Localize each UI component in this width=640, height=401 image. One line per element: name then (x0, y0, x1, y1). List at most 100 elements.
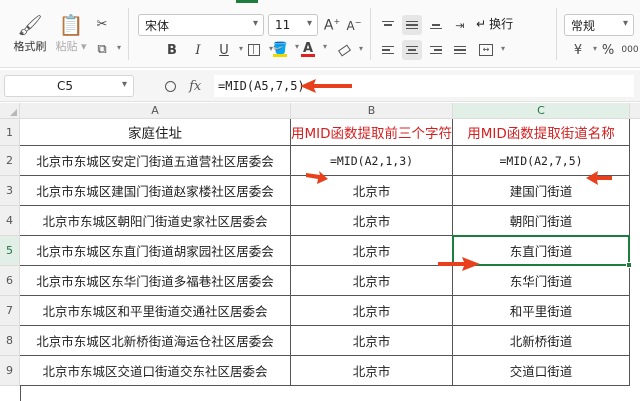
select-all-corner[interactable] (0, 103, 20, 119)
grow-font-button[interactable]: A+ (322, 15, 342, 35)
cell-a4[interactable]: 北京市东城区朝阳门街道史家社区居委会 (20, 206, 291, 236)
number-format-select[interactable]: 常规 ▾ (564, 14, 634, 36)
cell-c8[interactable]: 北新桥街道 (453, 326, 630, 356)
row-header-9[interactable]: 9 (0, 356, 20, 386)
column-header-b[interactable]: B (291, 103, 453, 119)
cell-c5[interactable]: 东直门街道 (453, 236, 630, 266)
cell-b6[interactable]: 北京市 (291, 266, 453, 296)
zoom-icon[interactable] (164, 80, 176, 92)
cell-text: 北京市东城区和平里街道交通社区居委会 (42, 304, 268, 319)
row-header-4[interactable]: 4 (0, 206, 20, 236)
bold-button[interactable]: B (162, 40, 182, 60)
wrap-text-label: 换行 (489, 17, 514, 31)
cell-text: 北新桥街道 (509, 334, 573, 349)
formula-bar-icons: fx (158, 75, 208, 97)
align-left-button[interactable] (378, 40, 398, 60)
underline-button[interactable]: U ▾ (214, 40, 243, 60)
row-header-3[interactable]: 3 (0, 176, 20, 206)
cell-c9[interactable]: 交道口街道 (453, 356, 630, 386)
column-header-c[interactable]: C (453, 103, 630, 119)
name-box[interactable]: C5 ▾ (4, 75, 134, 97)
column-header-d[interactable] (630, 103, 640, 119)
cell-b5[interactable]: 北京市 (291, 236, 453, 266)
merge-cells-button[interactable]: ↔ ▾ (476, 40, 505, 60)
row-header-8[interactable]: 8 (0, 326, 20, 356)
format-painter-button[interactable]: 🖌 格式刷 (10, 12, 50, 54)
align-right-button[interactable] (426, 40, 446, 60)
clear-format-button[interactable]: ▾ (334, 40, 363, 60)
shrink-font-icon: A− (346, 17, 362, 33)
cell-b8[interactable]: 北京市 (291, 326, 453, 356)
cell-c4[interactable]: 朝阳门街道 (453, 206, 630, 236)
paste-button[interactable]: 📋 粘贴 ▾ (52, 12, 90, 54)
cell-text: 北京市东城区东直门街道胡家园社区居委会 (36, 244, 274, 259)
cell-text: 北京市东城区建国门街道赵家楼社区居委会 (36, 184, 274, 199)
underline-icon: U (219, 42, 229, 58)
cell-text: 东直门街道 (509, 244, 573, 259)
copy-button[interactable]: ⧉ ▾ (92, 39, 121, 59)
cell-b3[interactable]: 北京市 (291, 176, 453, 206)
row-header-6[interactable]: 6 (0, 266, 20, 296)
font-name-select[interactable]: 宋体 ▾ (138, 14, 264, 36)
align-center-button[interactable] (402, 40, 422, 60)
row-header-2[interactable]: 2 (0, 146, 20, 176)
font-color-button[interactable]: A ▾ (298, 38, 327, 58)
percent-button[interactable]: % (598, 40, 618, 60)
font-color-swatch (301, 54, 315, 57)
cell-text: 朝阳门街道 (509, 214, 573, 229)
cell-b9[interactable]: 北京市 (291, 356, 453, 386)
row-header-5[interactable]: 5 (0, 236, 20, 266)
align-center-icon (406, 45, 418, 55)
thousands-button[interactable]: 000 (620, 40, 640, 60)
justify-button[interactable] (450, 40, 470, 60)
align-bottom-button[interactable] (426, 15, 446, 35)
cell-a2[interactable]: 北京市东城区安定门街道五道营社区居委会 (20, 146, 291, 176)
wrap-text-icon: ↵ (476, 16, 487, 31)
formula-input[interactable]: =MID(A5,7,5) (214, 75, 634, 97)
name-box-value: C5 (57, 79, 74, 93)
row-header-7[interactable]: 7 (0, 296, 20, 326)
cut-button[interactable]: ✂ (92, 14, 112, 34)
cell-b4[interactable]: 北京市 (291, 206, 453, 236)
align-top-button[interactable] (378, 15, 398, 35)
cell-text: 北京市东城区安定门街道五道营社区居委会 (36, 154, 274, 169)
cell-a9[interactable]: 北京市东城区交道口街道交东社区居委会 (20, 356, 291, 386)
indent-button[interactable]: ⇥ (450, 15, 470, 35)
fill-color-button[interactable]: 🪣 ▾ (270, 38, 299, 58)
paint-bucket-icon: 🪣 (272, 41, 288, 55)
cell-c3[interactable]: 建国门街道 (453, 176, 630, 206)
cell-a8[interactable]: 北京市东城区北新桥街道海运仓社区居委会 (20, 326, 291, 356)
cell-a1[interactable]: 家庭住址 (20, 119, 291, 146)
italic-button[interactable]: I (188, 40, 208, 60)
fill-handle[interactable] (626, 262, 632, 268)
cell-c6[interactable]: 东华门街道 (453, 266, 630, 296)
font-size-select[interactable]: 11 ▾ (268, 14, 318, 36)
cell-b2[interactable]: =MID(A2,1,3) (291, 146, 453, 176)
cell-c2[interactable]: =MID(A2,7,5) (453, 146, 630, 176)
row-header-1[interactable]: 1 (0, 119, 20, 146)
insert-function-icon[interactable]: fx (189, 79, 201, 94)
cell-b1[interactable]: 用MID函数提取前三个字符 (291, 119, 453, 146)
ribbon-separator (370, 8, 371, 60)
cell-c7[interactable]: 和平里街道 (453, 296, 630, 326)
borders-button[interactable]: ▾ (244, 40, 273, 60)
align-top-icon (382, 20, 394, 30)
ribbon-separator (556, 8, 557, 60)
cell-a6[interactable]: 北京市东城区东华门街道多福巷社区居委会 (20, 266, 291, 296)
ribbon-separator (128, 8, 129, 60)
cell-text: 北京市东城区朝阳门街道史家社区居委会 (42, 214, 268, 229)
cell-text: 北京市东城区东华门街道多福巷社区居委会 (36, 274, 274, 289)
currency-button[interactable]: ¥ ▾ (568, 40, 597, 60)
borders-icon (248, 44, 260, 56)
cell-a5[interactable]: 北京市东城区东直门街道胡家园社区居委会 (20, 236, 291, 266)
cell-a7[interactable]: 北京市东城区和平里街道交通社区居委会 (20, 296, 291, 326)
align-middle-button[interactable] (402, 15, 422, 35)
cell-b7[interactable]: 北京市 (291, 296, 453, 326)
cell-text: 家庭住址 (128, 126, 182, 142)
chevron-down-icon: ▾ (622, 18, 628, 29)
wrap-text-button[interactable]: ↵ 换行 (476, 15, 513, 32)
column-header-a[interactable]: A (20, 103, 291, 119)
shrink-font-button[interactable]: A− (344, 15, 364, 35)
cell-c1[interactable]: 用MID函数提取街道名称 (453, 119, 630, 146)
cell-a3[interactable]: 北京市东城区建国门街道赵家楼社区居委会 (20, 176, 291, 206)
